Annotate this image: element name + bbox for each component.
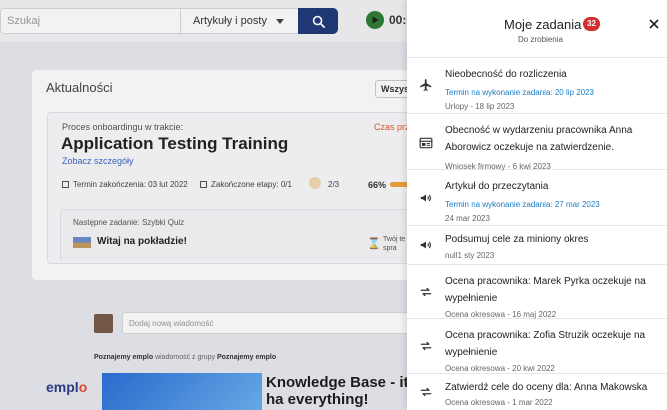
task-title: Zatwierdź cele do oceny dla: Anna Makows…	[445, 382, 648, 393]
task-title: Ocena pracownika: Zofia Struzik oczekuje…	[445, 330, 646, 358]
task-title: Ocena pracownika: Marek Pyrka oczekuje n…	[445, 276, 646, 304]
tasks-drawer: Moje zadania 32 Do zrobienia Nieobecność…	[407, 0, 667, 410]
task-meta: Ocena okresowa - 1 mar 2022	[445, 398, 553, 407]
megaphone-icon	[418, 190, 434, 206]
close-icon	[649, 19, 659, 29]
task-item[interactable]: Nieobecność do rozliczenia Termin na wyk…	[407, 58, 667, 114]
task-meta: null1 sty 2023	[445, 251, 495, 260]
drawer-backdrop[interactable]	[0, 0, 407, 410]
repeat-icon	[418, 384, 434, 400]
airplane-icon	[418, 77, 434, 93]
task-meta: Ocena okresowa - 20 kwi 2022	[445, 364, 555, 373]
task-title: Podsumuj cele za miniony okres	[445, 234, 589, 245]
task-item[interactable]: Ocena pracownika: Zofia Struzik oczekuje…	[407, 319, 667, 374]
drawer-title: Moje zadania	[504, 17, 582, 32]
task-title: Obecność w wydarzeniu pracownika Anna Ab…	[445, 125, 633, 153]
tasks-count-badge: 32	[583, 17, 600, 31]
task-title: Nieobecność do rozliczenia	[445, 69, 567, 80]
task-list: Nieobecność do rozliczenia Termin na wyk…	[407, 58, 667, 410]
drawer-subtitle: Do zrobienia	[518, 35, 563, 44]
task-title: Artykuł do przeczytania	[445, 181, 549, 192]
task-item[interactable]: Artykuł do przeczytania Termin na wykona…	[407, 170, 667, 226]
task-deadline: Termin na wykonanie zadania: 27 mar 2023	[445, 200, 600, 209]
task-item[interactable]: Ocena pracownika: Marek Pyrka oczekuje n…	[407, 265, 667, 319]
task-item[interactable]: Obecność w wydarzeniu pracownika Anna Ab…	[407, 114, 667, 171]
task-meta: Ocena okresowa - 16 maj 2022	[445, 310, 557, 319]
repeat-icon	[418, 338, 434, 354]
form-icon	[418, 135, 434, 151]
close-button[interactable]	[647, 17, 661, 31]
task-meta: Urlopy - 18 lip 2023	[445, 102, 515, 111]
task-item[interactable]: Podsumuj cele za miniony okres null1 sty…	[407, 226, 667, 265]
megaphone-icon	[418, 237, 434, 253]
task-deadline: Termin na wykonanie zadania: 20 lip 2023	[445, 88, 594, 97]
task-item[interactable]: Zatwierdź cele do oceny dla: Anna Makows…	[407, 374, 667, 410]
task-meta: 24 mar 2023	[445, 214, 490, 223]
repeat-icon	[418, 284, 434, 300]
drawer-header: Moje zadania 32 Do zrobienia	[407, 0, 667, 58]
